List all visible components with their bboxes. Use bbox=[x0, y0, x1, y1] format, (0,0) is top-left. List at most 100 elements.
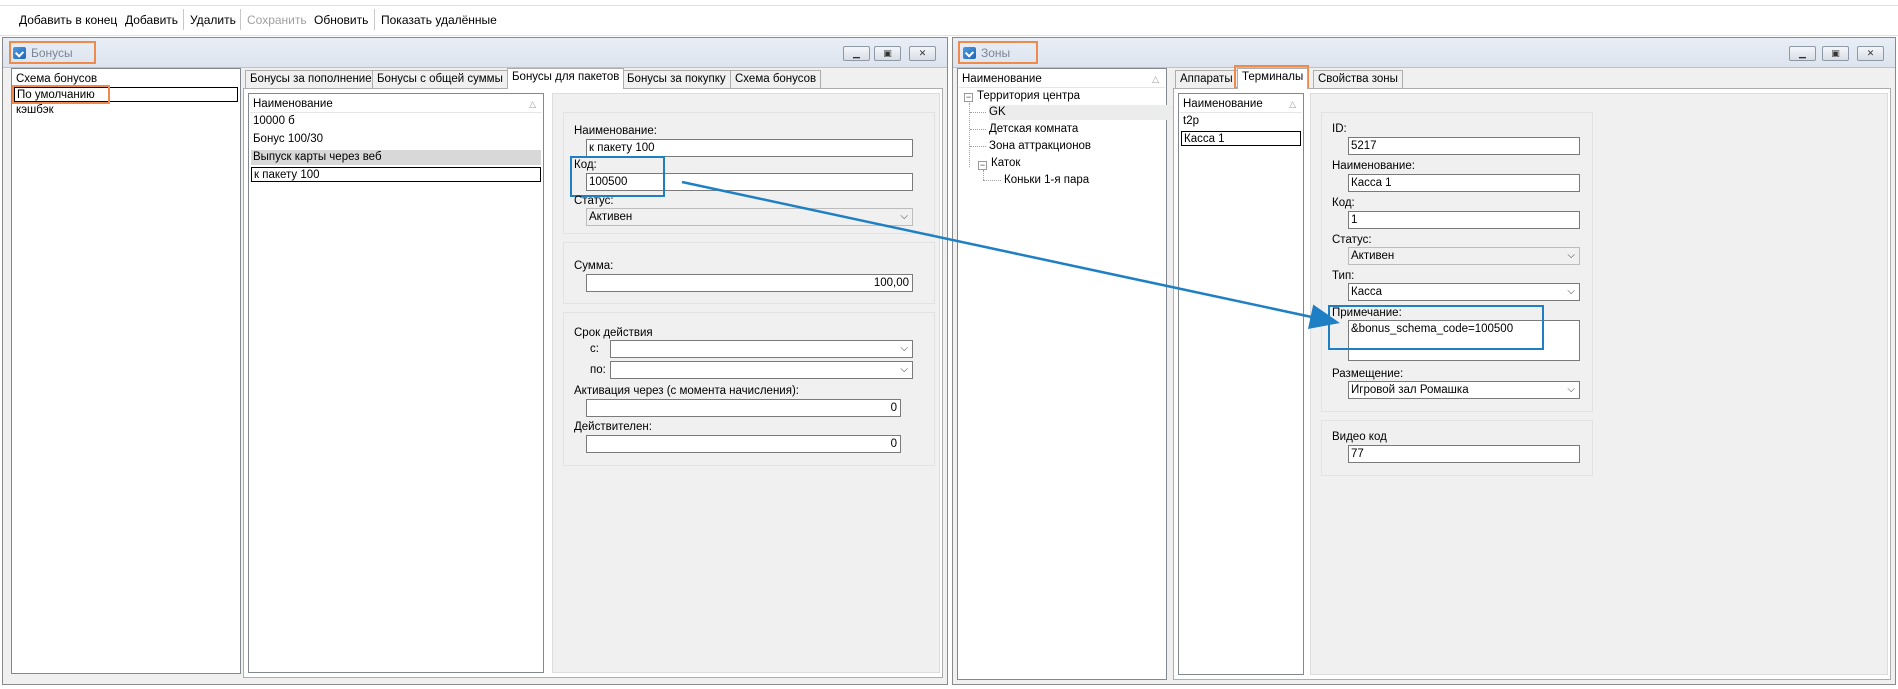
video-code-input[interactable]: 77 bbox=[1348, 445, 1580, 463]
column-header-name[interactable]: Наименование △ bbox=[1180, 95, 1302, 113]
minimize-button[interactable]: ▁ bbox=[843, 46, 870, 61]
tab-purchase-bonuses[interactable]: Бонусы за покупку bbox=[622, 70, 731, 88]
minimize-button[interactable]: ▁ bbox=[1789, 46, 1816, 61]
list-item[interactable]: t2p bbox=[1181, 114, 1301, 129]
selection-highlight-box bbox=[12, 85, 110, 104]
terminals-tab-body: Наименование △ t2p Касса 1 ID: 5217 Наим… bbox=[1173, 88, 1891, 680]
zones-titlebar: Зоны ▁ ▣ ✕ bbox=[953, 38, 1895, 68]
terminal-main-group: ID: 5217 Наименование: Касса 1 Код: 1 Ст… bbox=[1321, 112, 1593, 412]
close-button[interactable]: ✕ bbox=[1857, 46, 1884, 61]
bonus-tabs: Бонусы за пополнение Бонусы с общей сумм… bbox=[245, 68, 945, 89]
list-item[interactable]: 10000 б bbox=[251, 114, 541, 129]
sort-triangle-icon: △ bbox=[1152, 74, 1159, 84]
name-input[interactable]: к пакету 100 bbox=[586, 139, 913, 157]
maximize-button[interactable]: ▣ bbox=[1822, 46, 1849, 61]
column-header-name[interactable]: Наименование △ bbox=[250, 95, 542, 113]
code-input[interactable]: 1 bbox=[1348, 211, 1580, 229]
bonuses-window: Бонусы ▁ ▣ ✕ Схема бонусов По умолчанию … bbox=[2, 37, 948, 685]
list-item-cashback[interactable]: кэшбэк bbox=[14, 103, 54, 118]
tab-bonus-scheme[interactable]: Схема бонусов bbox=[730, 70, 822, 88]
status-combobox[interactable]: Активен ⌵ bbox=[586, 208, 913, 226]
tab-devices[interactable]: Аппараты bbox=[1175, 70, 1238, 88]
add-to-end-button[interactable]: Добавить в конец bbox=[19, 12, 117, 28]
tree-connector bbox=[970, 129, 986, 130]
sum-group: Сумма: 100,00 bbox=[563, 242, 935, 304]
bonuses-titlebar: Бонусы ▁ ▣ ✕ bbox=[3, 38, 947, 68]
sum-input[interactable]: 100,00 bbox=[586, 274, 913, 292]
package-bonuses-tab-body: Наименование △ 10000 б Бонус 100/30 Выпу… bbox=[243, 88, 943, 678]
valid-value: 0 bbox=[890, 438, 897, 450]
show-deleted-button[interactable]: Показать удалённые bbox=[381, 12, 497, 28]
tab-total-sum-bonuses[interactable]: Бонусы с общей суммы bbox=[372, 70, 508, 88]
tab-terminals[interactable]: Терминалы bbox=[1237, 68, 1309, 89]
tree-connector bbox=[970, 146, 986, 147]
name-input[interactable]: Касса 1 bbox=[1348, 174, 1580, 192]
list-item-selected[interactable]: к пакету 100 bbox=[251, 167, 541, 182]
validity-group: Срок действия с: ⌵ по: ⌵ Активация через… bbox=[563, 312, 935, 466]
sort-triangle-icon: △ bbox=[529, 99, 536, 109]
tree-item-kids-room[interactable]: Детская комната bbox=[989, 122, 1078, 137]
from-date-combobox[interactable]: ⌵ bbox=[610, 340, 913, 358]
list-item[interactable]: Выпуск карты через веб bbox=[251, 150, 541, 165]
tree-item-center[interactable]: Территория центра bbox=[977, 89, 1080, 104]
terminal-detail-form: ID: 5217 Наименование: Касса 1 Код: 1 Ст… bbox=[1310, 93, 1888, 675]
to-date-combobox[interactable]: ⌵ bbox=[610, 361, 913, 379]
refresh-button[interactable]: Обновить bbox=[314, 12, 368, 28]
package-detail-form: Наименование: к пакету 100 Код: 100500 С… bbox=[552, 93, 940, 673]
to-label: по: bbox=[590, 364, 606, 376]
list-item[interactable]: Бонус 100/30 bbox=[251, 132, 541, 147]
validity-label: Срок действия bbox=[574, 327, 653, 339]
chevron-down-icon: ⌵ bbox=[1567, 286, 1575, 297]
name-label: Наименование: bbox=[574, 125, 657, 137]
zones-window: Зоны ▁ ▣ ✕ Наименование △ − Территория ц… bbox=[952, 37, 1896, 685]
placement-value: Игровой зал Ромашка bbox=[1351, 384, 1469, 396]
collapse-icon[interactable]: − bbox=[978, 161, 987, 170]
status-value: Активен bbox=[589, 211, 633, 223]
sort-triangle-icon: △ bbox=[1289, 99, 1296, 109]
delete-button[interactable]: Удалить bbox=[190, 12, 236, 28]
save-button[interactable]: Сохранить bbox=[247, 12, 307, 28]
type-label: Тип: bbox=[1332, 270, 1355, 282]
packages-list: Наименование △ 10000 б Бонус 100/30 Выпу… bbox=[248, 93, 544, 673]
id-label: ID: bbox=[1332, 123, 1347, 135]
chevron-down-icon: ⌵ bbox=[900, 211, 908, 222]
package-main-group: Наименование: к пакету 100 Код: 100500 С… bbox=[563, 112, 935, 234]
column-header-label: Наименование bbox=[253, 98, 333, 110]
tree-item-attractions[interactable]: Зона аттракционов bbox=[989, 139, 1091, 154]
activation-label: Активация через (с момента начисления): bbox=[574, 385, 799, 397]
type-combobox[interactable]: Касса ⌵ bbox=[1348, 283, 1580, 301]
maximize-button[interactable]: ▣ bbox=[874, 46, 901, 61]
title-highlight-box bbox=[958, 41, 1038, 64]
tab-package-bonuses[interactable]: Бонусы для пакетов bbox=[507, 68, 625, 89]
add-button[interactable]: Добавить bbox=[125, 12, 178, 28]
code-highlight-box bbox=[570, 156, 665, 197]
id-input[interactable]: 5217 bbox=[1348, 137, 1580, 155]
close-button[interactable]: ✕ bbox=[909, 46, 936, 61]
toolbar-separator bbox=[374, 9, 375, 30]
chevron-down-icon: ⌵ bbox=[1567, 250, 1575, 261]
tab-zone-properties[interactable]: Свойства зоны bbox=[1313, 70, 1403, 88]
activation-spinner[interactable]: 0 bbox=[586, 399, 901, 417]
list-item-selected[interactable]: Касса 1 bbox=[1181, 131, 1301, 146]
column-header-label: Наименование bbox=[1183, 98, 1263, 110]
note-highlight-box bbox=[1328, 305, 1544, 350]
status-combobox[interactable]: Активен ⌵ bbox=[1348, 247, 1580, 265]
tree-item-gk[interactable]: GK bbox=[989, 105, 1189, 120]
column-header-name[interactable]: Наименование △ bbox=[959, 70, 1165, 88]
chevron-down-icon: ⌵ bbox=[1567, 384, 1575, 395]
terminals-list: Наименование △ t2p Касса 1 bbox=[1178, 93, 1304, 675]
tree-item-rink[interactable]: Каток bbox=[991, 156, 1020, 171]
collapse-icon[interactable]: − bbox=[964, 93, 973, 102]
video-code-label: Видео код bbox=[1332, 431, 1387, 443]
from-label: с: bbox=[590, 343, 599, 355]
toolbar: Добавить в конец Добавить Удалить Сохран… bbox=[0, 0, 1898, 36]
name-label: Наименование: bbox=[1332, 160, 1415, 172]
tree-item-skates[interactable]: Коньки 1-я пара bbox=[1004, 173, 1089, 188]
tab-topup-bonuses[interactable]: Бонусы за пополнение bbox=[245, 70, 377, 88]
chevron-down-icon: ⌵ bbox=[900, 364, 908, 375]
placement-combobox[interactable]: Игровой зал Ромашка ⌵ bbox=[1348, 381, 1580, 399]
zone-tabs: Аппараты Терминалы Свойства зоны bbox=[1175, 65, 1875, 89]
tree-connector bbox=[970, 112, 986, 113]
valid-spinner[interactable]: 0 bbox=[586, 435, 901, 453]
valid-label: Действителен: bbox=[574, 421, 652, 433]
